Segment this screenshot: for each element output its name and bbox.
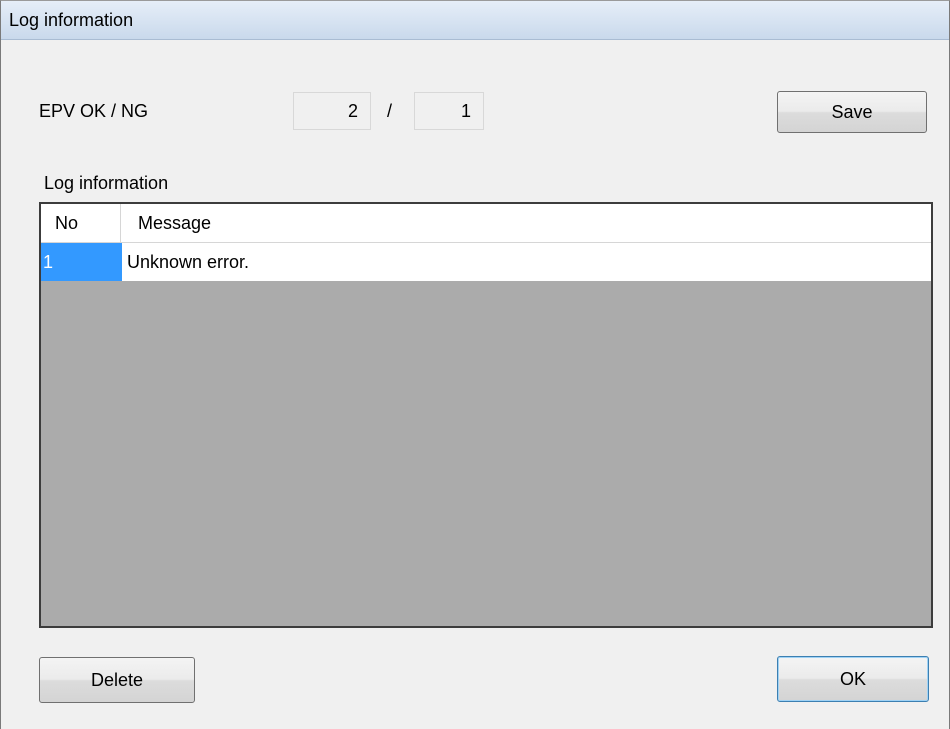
save-button[interactable]: Save [777,91,927,133]
epv-ng-count-field: 1 [414,92,484,130]
window-title: Log information [9,10,134,30]
epv-separator: / [387,101,393,121]
row-number-cell[interactable]: 1 [41,243,122,281]
log-table[interactable]: No Message 1 Unknown error. [39,202,933,628]
log-information-label: Log information [44,173,169,193]
row-message-cell[interactable]: Unknown error. [122,243,249,281]
epv-ok-ng-label: EPV OK / NG [39,101,149,121]
column-header-message[interactable]: Message [122,204,211,242]
delete-button[interactable]: Delete [39,657,195,703]
ok-button[interactable]: OK [777,656,929,702]
table-row[interactable]: 1 Unknown error. [41,243,931,281]
epv-ok-count-field: 2 [293,92,371,130]
column-header-no[interactable]: No [41,204,121,242]
title-bar[interactable]: Log information [1,1,949,40]
log-information-dialog: Log information EPV OK / NG 2 / 1 Save L… [0,0,950,729]
log-table-header: No Message [41,204,931,243]
